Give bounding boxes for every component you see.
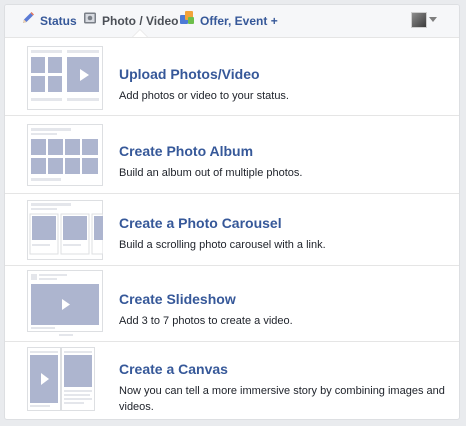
option-create-slideshow[interactable]: Create Slideshow Add 3 to 7 photos to cr… bbox=[5, 266, 459, 342]
canvas-thumbnail-icon bbox=[27, 347, 95, 411]
option-canvas-description: Now you can tell a more immersive story … bbox=[119, 385, 445, 413]
upload-photos-thumbnail-icon bbox=[27, 46, 103, 110]
option-upload-photos-video[interactable]: Upload Photos/Video Add photos or video … bbox=[5, 38, 459, 116]
option-album-description: Build an album out of multiple photos. bbox=[119, 167, 303, 179]
offer-event-icon bbox=[179, 5, 195, 37]
slideshow-thumbnail-icon bbox=[27, 270, 103, 336]
chevron-down-icon[interactable] bbox=[429, 17, 437, 22]
option-carousel-title: Create a Photo Carousel bbox=[119, 215, 282, 231]
camera-icon bbox=[83, 5, 97, 37]
option-create-photo-album[interactable]: Create Photo Album Build an album out of… bbox=[5, 116, 459, 194]
option-slideshow-description: Add 3 to 7 photos to create a video. bbox=[119, 315, 293, 327]
option-create-canvas[interactable]: Create a Canvas Now you can tell a more … bbox=[5, 342, 459, 419]
option-upload-description: Add photos or video to your status. bbox=[119, 90, 289, 102]
tab-status[interactable]: Status bbox=[21, 5, 77, 37]
option-upload-title: Upload Photos/Video bbox=[119, 66, 260, 82]
option-carousel-description: Build a scrolling photo carousel with a … bbox=[119, 239, 326, 251]
tab-photo-video-label: Photo / Video bbox=[102, 14, 179, 28]
pencil-icon bbox=[21, 5, 35, 37]
tab-offer-event-label: Offer, Event + bbox=[200, 14, 278, 28]
composer-tab-bar: Status Photo / Video Offer, Event + bbox=[5, 5, 459, 38]
option-create-photo-carousel[interactable]: Create a Photo Carousel Build a scrollin… bbox=[5, 194, 459, 266]
option-album-title: Create Photo Album bbox=[119, 143, 254, 159]
avatar-icon[interactable] bbox=[411, 12, 427, 28]
tab-offer-event[interactable]: Offer, Event + bbox=[179, 5, 278, 37]
photo-carousel-thumbnail-icon bbox=[27, 200, 103, 260]
tab-photo-video[interactable]: Photo / Video bbox=[83, 5, 178, 37]
active-tab-pointer bbox=[133, 30, 147, 37]
option-canvas-title: Create a Canvas bbox=[119, 361, 228, 377]
option-slideshow-title: Create Slideshow bbox=[119, 291, 236, 307]
photo-album-thumbnail-icon bbox=[27, 124, 103, 186]
composer-panel: Status Photo / Video Offer, Event + Uplo… bbox=[4, 4, 460, 420]
tab-status-label: Status bbox=[40, 14, 77, 28]
